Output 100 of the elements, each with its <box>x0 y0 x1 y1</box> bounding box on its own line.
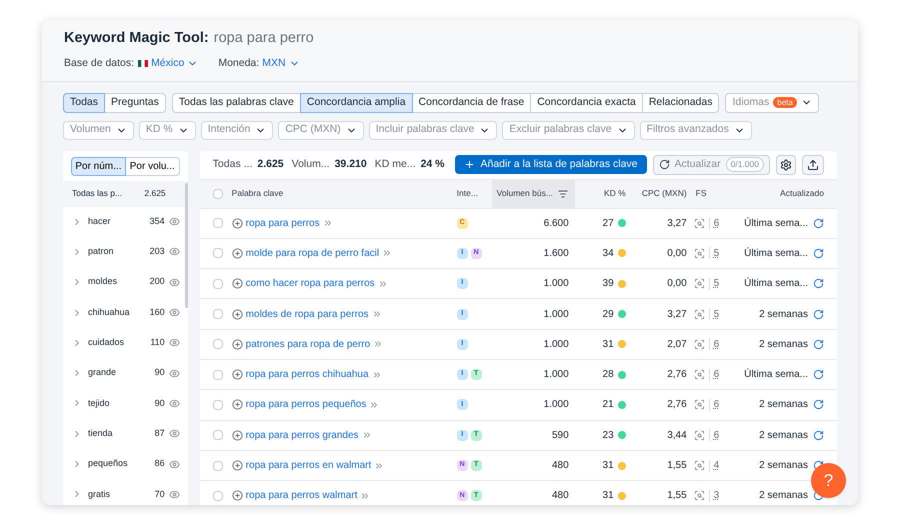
page-title: Keyword Magic Tool: <box>64 29 209 48</box>
sidebar-group-item[interactable]: grande 90 <box>63 358 188 388</box>
keyword-link[interactable]: ropa para perros en walmart <box>246 458 372 474</box>
sidebar-group-item[interactable]: patron 203 <box>63 236 188 268</box>
column-header[interactable]: Volumen bús... <box>492 180 575 208</box>
fs-cell[interactable]: 3 <box>714 488 720 504</box>
cpc-cell-text: 3,27 <box>666 216 687 231</box>
kd-cell-text: 21 <box>602 398 614 412</box>
kd-cell-text: 34 <box>602 246 614 261</box>
cpc-cell-text: 3,44 <box>666 428 687 443</box>
keyword-link[interactable]: ropa para perros chihuahua <box>246 367 369 382</box>
filter-dropdown[interactable]: Incluir palabras clave <box>368 120 498 140</box>
fs-cell[interactable]: 6 <box>714 428 720 443</box>
volume-cell-text: 480 <box>550 489 570 504</box>
column-header[interactable]: CPC (MXN) <box>632 187 687 200</box>
filter-dropdown[interactable]: Intención <box>200 120 274 140</box>
fs-cell[interactable]: 4 <box>714 458 720 474</box>
kd-cell-text: 31 <box>602 338 614 352</box>
updated-cell: Última sema... <box>744 367 808 382</box>
cpc-cell-text: 2,07 <box>666 338 687 352</box>
tab[interactable]: Todas <box>63 92 106 112</box>
column-header[interactable]: FS <box>686 187 729 200</box>
kd-cell-text: 28 <box>602 368 614 382</box>
fs-cell[interactable]: 6 <box>714 336 720 352</box>
database-dropdown[interactable]: México <box>151 56 198 72</box>
fs-cell[interactable]: 6 <box>714 397 720 412</box>
fs-cell[interactable]: 5 <box>714 246 720 261</box>
cpc-cell-text: 3,27 <box>666 308 687 322</box>
summary-label: KD me... <box>374 156 416 172</box>
cpc-cell-text: 0,00 <box>666 277 687 292</box>
tab[interactable]: Todas las palabras clave <box>172 92 301 112</box>
kd-cell-text: 31 <box>602 459 614 474</box>
keyword-link[interactable]: patrones para ropa de perro <box>246 336 370 352</box>
tab[interactable]: Relacionadas <box>642 92 720 112</box>
keyword-link[interactable]: como hacer ropa para perros <box>246 276 375 292</box>
keyword-link[interactable]: ropa para perros <box>246 216 320 231</box>
sidebar-group-item[interactable]: hacer 354 <box>63 206 188 237</box>
volume-cell-text: 1.000 <box>542 308 570 322</box>
keyword-link[interactable]: moldes de ropa para perros <box>246 306 369 322</box>
volume-cell-text: 1.600 <box>542 246 570 261</box>
refresh-count: 0/1.000 <box>726 157 764 172</box>
beta-badge: beta <box>773 97 797 108</box>
summary-value: 2.625 <box>257 156 284 172</box>
summary-label: Todas ... <box>212 156 252 172</box>
fs-cell[interactable]: 6 <box>714 367 720 382</box>
sidebar-group-item[interactable]: cuidados 110 <box>63 328 188 358</box>
currency-dropdown[interactable]: MXN <box>262 56 300 72</box>
filter-dropdown[interactable]: Filtros avanzados <box>640 120 752 140</box>
tab[interactable]: Concordancia de frase <box>412 92 532 112</box>
volume-cell-text: 590 <box>550 428 570 443</box>
updated-cell-text: 2 semanas <box>759 398 808 412</box>
sidebar-group-item[interactable]: tienda 87 <box>63 418 188 449</box>
keyword-link[interactable]: ropa para perros pequeños <box>246 397 366 412</box>
fs-cell[interactable]: 6 <box>714 216 720 231</box>
add-to-list-button[interactable]: Añadir a la lista de palabras clave <box>454 155 647 174</box>
cpc-cell-text: 1,55 <box>666 489 687 504</box>
column-header[interactable]: Inte... <box>456 187 492 200</box>
column-header[interactable]: KD % <box>574 187 632 200</box>
filter-dropdown[interactable]: Excluir palabras clave <box>502 120 635 140</box>
fs-cell[interactable]: 5 <box>714 306 720 322</box>
updated-cell-text: 2 semanas <box>759 489 808 504</box>
database-label: Base de datos: <box>64 56 134 71</box>
sidebar-group-item[interactable]: gratis 70 <box>63 479 188 505</box>
updated-cell-text: Última sema... <box>744 246 808 261</box>
refresh-button[interactable]: Actualizar 0/1.000 <box>652 154 770 174</box>
column-header[interactable]: Actualizado <box>728 187 837 200</box>
sidebar-group-item[interactable]: moldes 200 <box>63 267 188 298</box>
search-query: ropa para perro <box>214 29 314 48</box>
sidebar-group-item[interactable]: tejido 90 <box>63 388 188 419</box>
filter-dropdown[interactable]: CPC (MXN) <box>278 120 364 140</box>
volume-cell-text: 1.000 <box>542 368 570 382</box>
volume-cell-text: 1.000 <box>542 398 570 412</box>
sort-toggle[interactable]: Por volu... <box>124 156 180 176</box>
updated-cell-text: Última sema... <box>744 216 808 231</box>
kd-cell-text: 27 <box>602 216 614 231</box>
kd-cell-text: 31 <box>602 489 614 504</box>
tab[interactable]: Concordancia amplia <box>300 92 413 112</box>
sidebar-group-item[interactable]: pequeños 86 <box>63 448 188 480</box>
cpc-cell-text: 2,76 <box>666 368 687 382</box>
column-header[interactable]: Palabra clave <box>232 187 457 200</box>
keyword-link[interactable]: ropa para perros walmart <box>246 488 358 504</box>
cpc-cell-text: 1,55 <box>666 459 687 474</box>
sort-toggle[interactable]: Por núm... <box>71 156 126 176</box>
volume-cell-text: 1.000 <box>542 338 570 352</box>
currency-label: Moneda: <box>218 56 260 71</box>
kd-cell-text: 39 <box>602 277 614 292</box>
languages-dropdown[interactable]: Idiomas beta <box>725 92 819 112</box>
fs-cell[interactable]: 5 <box>714 276 720 292</box>
volume-cell-text: 1.000 <box>542 277 570 292</box>
updated-cell-text: 2 semanas <box>759 308 808 322</box>
tab[interactable]: Preguntas <box>104 92 166 112</box>
keyword-link[interactable]: molde para ropa de perro facil <box>246 246 380 261</box>
filter-dropdown[interactable]: KD % <box>138 120 196 140</box>
filter-dropdown[interactable]: Volumen <box>63 120 134 140</box>
sidebar-group-item[interactable]: chihuahua 160 <box>63 297 188 328</box>
keyword-link[interactable]: ropa para perros grandes <box>246 428 359 443</box>
sidebar-all-row[interactable]: Todas las p... 2.625 <box>63 180 188 206</box>
tab[interactable]: Concordancia exacta <box>530 92 643 112</box>
cpc-cell-text: 0,00 <box>666 246 687 261</box>
updated-cell-text: 2 semanas <box>759 459 808 474</box>
